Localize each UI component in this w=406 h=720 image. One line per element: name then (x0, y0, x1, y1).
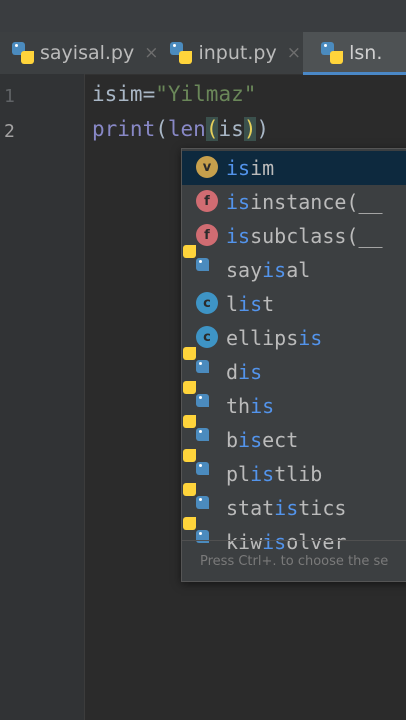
python-module-icon (183, 415, 220, 452)
completion-label: isinstance(__ (226, 190, 383, 214)
completion-item[interactable]: c ellipsis (182, 321, 406, 355)
line-number-gutter: 1 2 (0, 74, 85, 720)
class-icon: c (196, 326, 220, 350)
code-typed-text: is (218, 117, 244, 141)
code-variable: isim (92, 82, 143, 106)
completion-label: list (226, 292, 275, 316)
completion-item[interactable]: this (182, 381, 406, 423)
tab-label: lsn. (349, 42, 383, 64)
python-module-icon (183, 347, 220, 384)
class-icon: c (196, 292, 220, 316)
completion-label: plistlib (226, 462, 323, 486)
completion-item[interactable]: bisect (182, 415, 406, 457)
python-file-icon (12, 42, 34, 64)
code-operator: = (142, 82, 156, 106)
line-number: 2 (4, 121, 15, 142)
completion-item[interactable]: v isim (182, 151, 406, 185)
function-icon: f (196, 224, 220, 248)
completion-item[interactable]: f issubclass(__ (182, 219, 406, 253)
completion-label: ellipsis (226, 326, 323, 350)
tab-sayisal[interactable]: sayisal.py × (0, 32, 158, 74)
completion-label: this (226, 394, 275, 418)
popup-hint: Press Ctrl+. to choose the se (182, 540, 406, 581)
code-paren-highlight: ( (205, 117, 219, 141)
completion-label: isim (226, 156, 275, 180)
function-icon: f (196, 190, 220, 214)
code-line-1[interactable]: isim="Yilmaz" (92, 82, 256, 106)
tab-label: sayisal.py (40, 42, 135, 64)
completion-label: dis (226, 360, 263, 384)
code-line-2[interactable]: print(len(is)) (92, 117, 269, 141)
python-module-icon (183, 245, 220, 282)
code-builtin: len (167, 117, 206, 141)
completion-item[interactable]: statistics (182, 483, 406, 525)
code-paren-highlight: ) (243, 117, 257, 141)
line-number: 1 (4, 86, 15, 107)
completion-item[interactable]: plistlib (182, 449, 406, 491)
completion-item[interactable]: sayisal (182, 245, 406, 287)
code-string: "Yilmaz" (155, 82, 257, 106)
completion-label: sayisal (226, 258, 311, 282)
code-paren: ( (155, 117, 168, 141)
python-module-icon (183, 381, 220, 418)
python-module-icon (183, 449, 220, 486)
tab-label: input.py (198, 42, 277, 64)
variable-icon: v (196, 156, 220, 180)
editor-tab-bar: sayisal.py × input.py × lsn. (0, 32, 406, 75)
tab-input[interactable]: input.py × (158, 32, 303, 74)
completion-item[interactable]: c list (182, 287, 406, 321)
code-builtin: print (92, 117, 156, 141)
close-icon[interactable]: × (144, 43, 158, 63)
completion-label: statistics (226, 496, 347, 520)
window-top-strip (0, 0, 406, 32)
python-file-icon (170, 42, 193, 64)
completion-label: issubclass(__ (226, 224, 383, 248)
close-icon[interactable]: × (287, 43, 301, 63)
completion-label: bisect (226, 428, 299, 452)
python-file-icon (321, 42, 344, 64)
tab-lsn[interactable]: lsn. (303, 32, 406, 75)
code-paren: ) (256, 117, 270, 141)
completion-item[interactable]: f isinstance(__ (182, 185, 406, 219)
autocomplete-popup: v isim f isinstance(__ f issubclass(__ sayisal… (181, 148, 406, 582)
completion-item[interactable]: dis (182, 347, 406, 389)
python-module-icon (183, 483, 220, 520)
